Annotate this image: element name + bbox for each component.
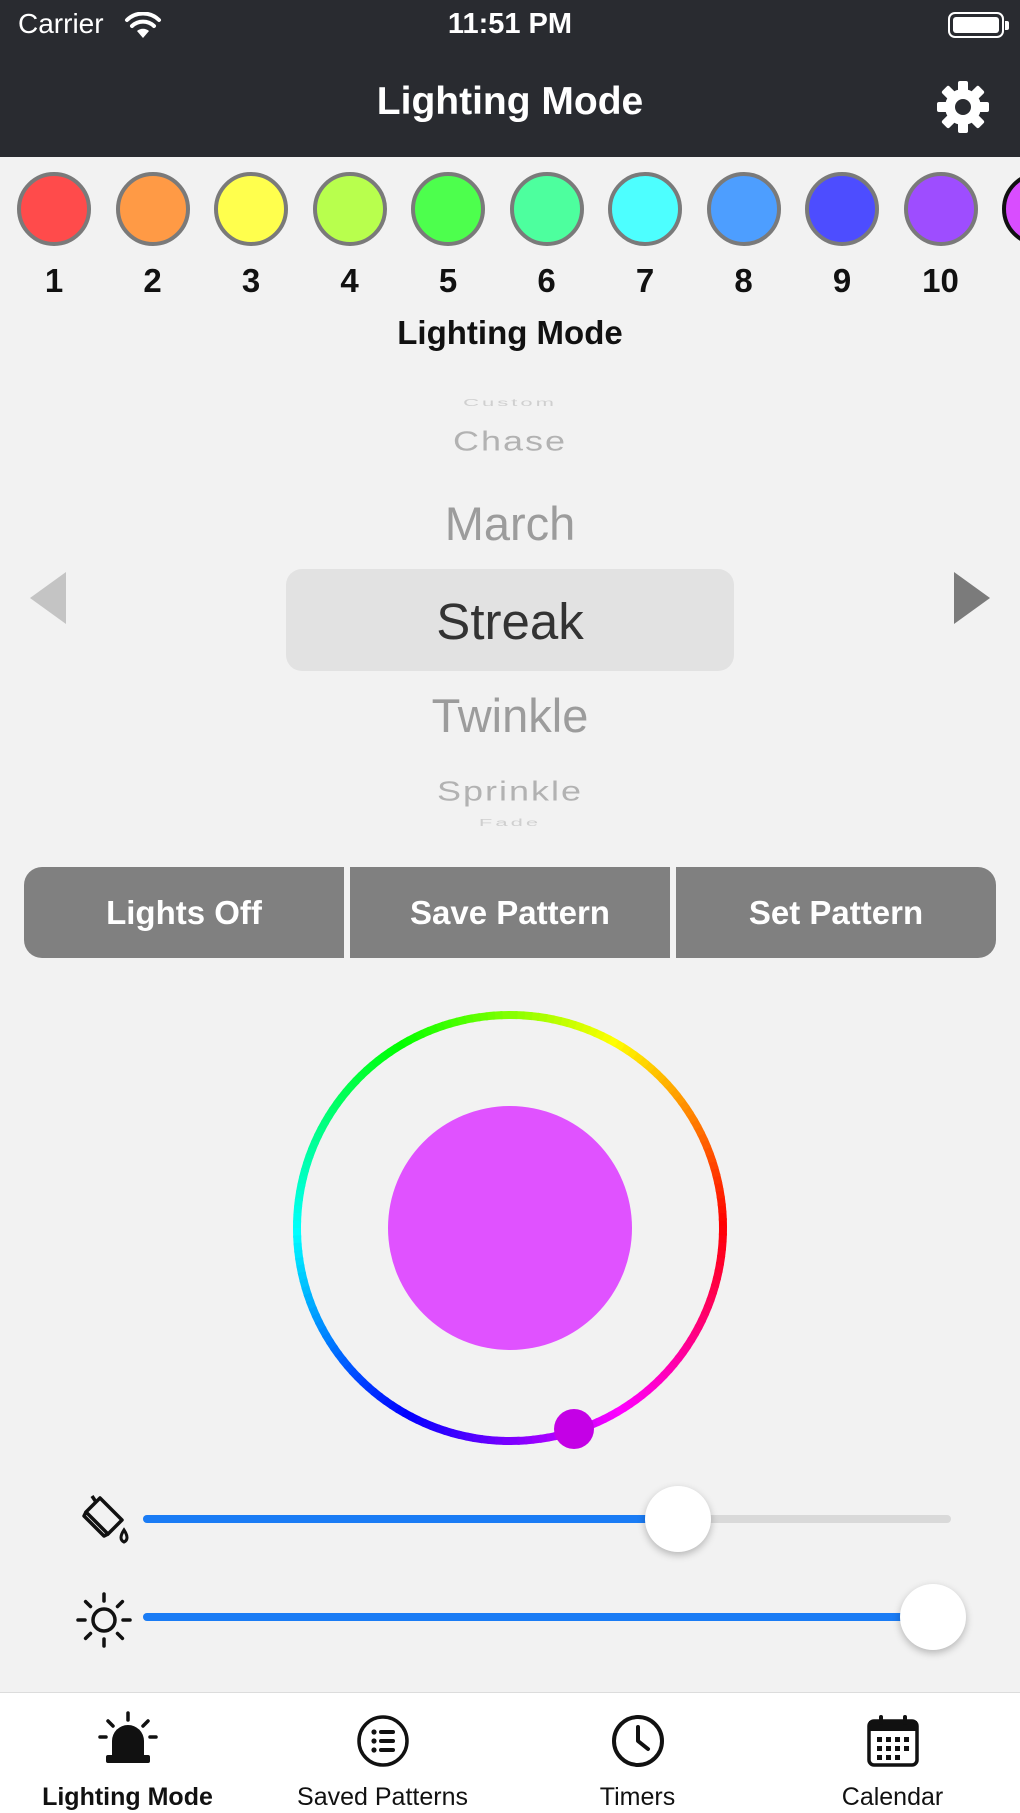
color-swatch-label: 9 — [832, 262, 852, 299]
next-arrow-icon[interactable] — [954, 572, 990, 624]
color-swatch[interactable] — [312, 172, 387, 246]
color-swatch[interactable] — [17, 172, 91, 246]
color-wheel[interactable] — [286, 1004, 734, 1452]
siren-icon — [97, 1711, 158, 1763]
color-swatch-label: 6 — [537, 262, 556, 299]
gear-icon[interactable] — [934, 78, 992, 136]
calendar-icon — [866, 1715, 919, 1767]
tab-label: Timers — [599, 1783, 676, 1811]
tab-timers[interactable]: Timers — [510, 1693, 765, 1813]
tab-bar: Lighting Mode Saved Patterns Timers Cale… — [0, 1692, 1020, 1813]
saturation-slider-thumb[interactable] — [645, 1486, 712, 1552]
color-swatch[interactable] — [805, 172, 879, 246]
lights-off-button[interactable]: Lights Off — [24, 867, 344, 958]
page-title: Lighting Mode — [376, 80, 644, 123]
picker-item[interactable]: Custom — [0, 397, 1020, 409]
lighting-mode-picker[interactable]: Custom Chase March Streak Twinkle Sprink… — [0, 390, 1020, 840]
tab-calendar[interactable]: Calendar — [765, 1693, 1020, 1813]
battery-icon — [948, 12, 1009, 38]
color-swatch-label: 4 — [340, 262, 359, 299]
navigation-bar: Carrier 11:51 PM Lighting Mode — [0, 0, 1020, 157]
brightness-slider-track[interactable] — [143, 1584, 966, 1650]
picker-item-selected[interactable]: Streak — [0, 592, 1020, 651]
tab-saved-patterns[interactable]: Saved Patterns — [255, 1693, 510, 1813]
tab-label: Lighting Mode — [42, 1783, 213, 1811]
color-swatch[interactable] — [509, 172, 584, 246]
color-swatch-label: 1 — [44, 262, 64, 299]
color-swatch[interactable] — [411, 172, 485, 246]
brightness-slider-fill — [143, 1613, 951, 1621]
status-time: 11:51 PM — [447, 8, 573, 40]
color-swatch-label: 10 — [922, 262, 959, 299]
color-swatch[interactable] — [903, 172, 978, 246]
color-swatch[interactable] — [214, 172, 288, 246]
sun-icon — [76, 1592, 132, 1648]
section-title: Lighting Mode — [397, 314, 623, 351]
brightness-slider-thumb[interactable] — [900, 1584, 966, 1650]
color-swatch-label: 8 — [734, 262, 753, 299]
color-swatch-label: 2 — [143, 262, 162, 299]
color-swatch-label: 3 — [241, 262, 261, 299]
pattern-button-group: Lights Off Save Pattern Set Pattern — [24, 867, 996, 958]
color-wheel-handle[interactable] — [554, 1409, 594, 1449]
paint-bucket-icon — [82, 1495, 129, 1544]
saturation-slider-fill — [143, 1515, 685, 1523]
brightness-slider-row — [0, 1582, 1020, 1652]
picker-item[interactable]: March — [0, 496, 1020, 551]
picker-item[interactable]: Chase — [0, 425, 1020, 458]
color-swatch[interactable] — [608, 172, 682, 246]
color-swatch-label: 5 — [438, 262, 458, 299]
previous-arrow-icon[interactable] — [30, 572, 66, 624]
tab-lighting-mode[interactable]: Lighting Mode — [0, 1693, 255, 1813]
color-swatch[interactable] — [115, 172, 190, 246]
color-swatch-label: 7 — [635, 262, 655, 299]
color-swatch-row: 1 2 3 4 5 6 7 8 9 10 — [0, 172, 1020, 302]
picker-item[interactable]: Sprinkle — [0, 775, 1020, 808]
color-swatch[interactable] — [706, 172, 781, 246]
saturation-slider-row — [0, 1484, 1020, 1554]
clock-icon — [611, 1715, 664, 1767]
color-swatch[interactable] — [1002, 172, 1020, 246]
selected-color-preview — [388, 1106, 632, 1350]
save-pattern-button[interactable]: Save Pattern — [350, 867, 670, 958]
set-pattern-button[interactable]: Set Pattern — [676, 867, 996, 958]
list-icon — [356, 1715, 409, 1767]
tab-label: Calendar — [841, 1783, 944, 1811]
picker-item[interactable]: Twinkle — [0, 688, 1020, 743]
tab-label: Saved Patterns — [297, 1783, 468, 1811]
picker-item[interactable]: Fade — [0, 817, 1020, 829]
saturation-slider-track[interactable] — [143, 1486, 951, 1552]
